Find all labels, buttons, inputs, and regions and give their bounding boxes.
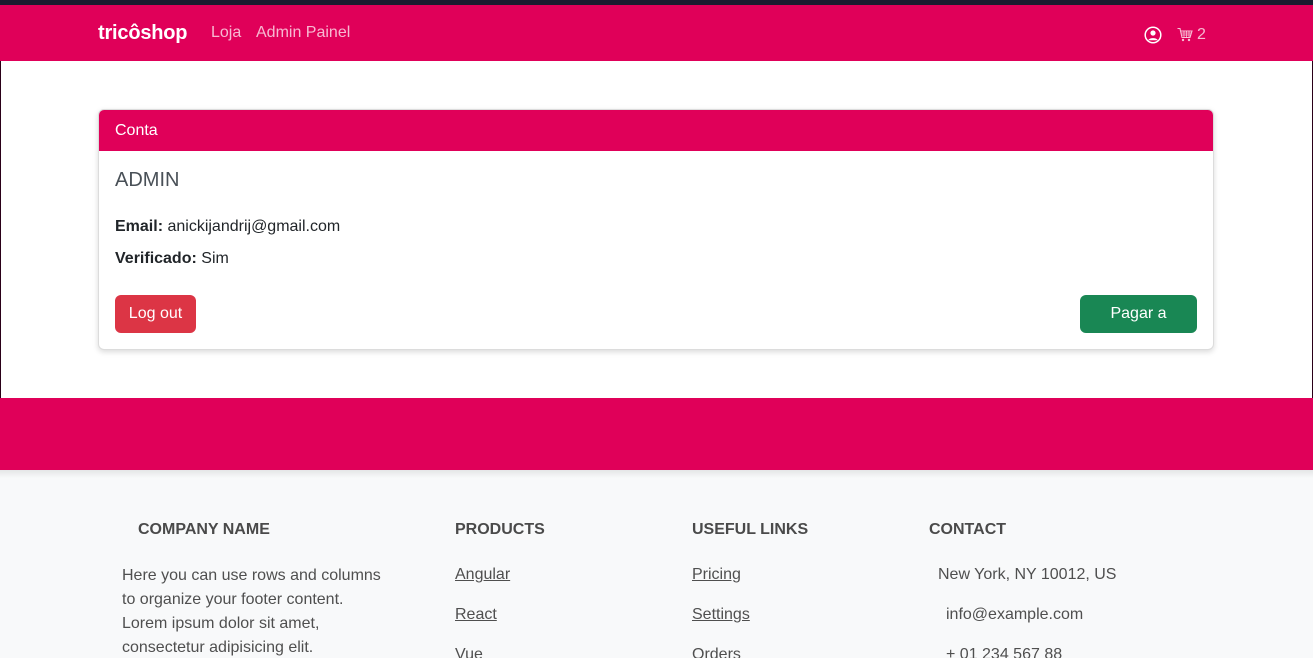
navbar: tricôshop Loja Admin Painel 2 [0, 5, 1313, 61]
logout-button[interactable]: Log out [115, 295, 196, 333]
checkout-button[interactable]: Pagar a caixa [1080, 295, 1197, 349]
footer-link-orders[interactable]: Orders [692, 646, 741, 658]
account-card: Conta ADMIN Email: anickijandrij@gmail.c… [98, 109, 1214, 350]
footer-company-text: Here you can use rows and columns to org… [122, 567, 381, 656]
footer-link-vue[interactable]: Vue [455, 646, 483, 658]
brand-logo[interactable]: tricôshop [98, 22, 188, 45]
nav-link-loja[interactable]: Loja [211, 24, 241, 42]
cart-icon [1177, 27, 1193, 42]
email-row: Email: anickijandrij@gmail.com [115, 218, 340, 236]
footer-shadow [0, 470, 1313, 478]
verified-value: Sim [201, 250, 229, 267]
footer-company-title: Company name [138, 521, 270, 538]
email-value: anickijandrij@gmail.com [167, 218, 341, 235]
footer-link-pricing[interactable]: Pricing [692, 566, 741, 584]
card-header: Conta [99, 110, 1213, 151]
footer-useful-links-title: Useful links [692, 521, 809, 538]
footer-band [0, 398, 1313, 470]
footer-contact-address: New York, NY 10012, US [938, 566, 1117, 583]
footer: Company name Here you can use rows and c… [0, 470, 1313, 658]
footer-contact-email: info@example.com [946, 606, 1084, 623]
cart-button[interactable]: 2 [1177, 24, 1206, 46]
footer-link-angular[interactable]: Angular [455, 566, 510, 584]
cart-count: 2 [1197, 26, 1206, 43]
page-edge-left [0, 61, 1, 398]
nav-link-admin-painel[interactable]: Admin Painel [256, 24, 350, 42]
email-label: Email: [115, 218, 164, 235]
footer-contact-phone: + 01 234 567 88 [946, 646, 1063, 658]
footer-products-title: Products [455, 521, 545, 538]
verified-row: Verificado: Sim [115, 250, 229, 268]
account-name: ADMIN [115, 169, 180, 191]
verified-label: Verificado: [115, 250, 197, 267]
footer-link-settings[interactable]: Settings [692, 606, 750, 624]
user-circle-icon[interactable] [1144, 26, 1162, 44]
footer-link-react[interactable]: React [455, 606, 497, 624]
footer-contact-title: Contact [929, 521, 1007, 538]
